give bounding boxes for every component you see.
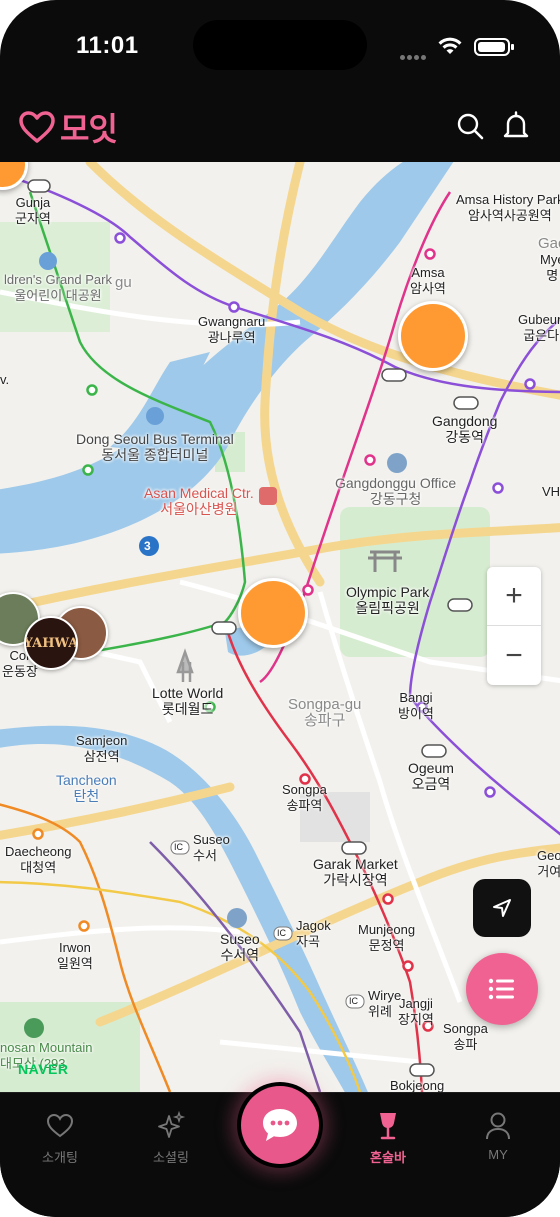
map-label-gubeun: Gubeun 굽은다 [518, 312, 560, 343]
wine-glass-icon [380, 1113, 396, 1140]
map-label-jagok: Jagok 자곡 [296, 918, 331, 949]
sparkle-icon [158, 1111, 186, 1138]
map-label-gu-partial: gu [115, 274, 132, 291]
tab-sogaeting[interactable]: 소개팅 [15, 1109, 105, 1166]
map-road-number: 3 [144, 539, 151, 553]
battery-icon [474, 38, 514, 56]
map-label-gwangnaru: Gwangnaru 광나루역 [198, 314, 266, 345]
zoom-out-button[interactable]: − [487, 626, 541, 685]
map-label-mye-partial: Mye명 [540, 252, 560, 283]
person-icon [486, 1112, 510, 1140]
map-label-geo-partial: Geo 거여 [537, 848, 560, 879]
map-label-vhs-partial: VHS [542, 484, 560, 499]
chat-button[interactable] [237, 1082, 323, 1168]
map-label-dong-seoul: Dong Seoul Bus Terminal 동서울 종합터미널 [76, 431, 234, 463]
map-label-gangdong: Gangdong 강동역 [432, 413, 498, 445]
map-ic-badge-1: IC [174, 842, 183, 852]
search-icon[interactable] [454, 110, 486, 142]
app-header: 모잇 [0, 92, 560, 162]
list-view-button[interactable] [466, 953, 538, 1025]
tab-label: 혼술바 [370, 1150, 406, 1165]
map-label-v-partial: v. [0, 372, 10, 387]
map-ic-badge-3: IC [349, 996, 358, 1006]
map-label-gac-partial: Gac [538, 235, 560, 252]
naver-attribution[interactable]: NAVER [18, 1061, 68, 1077]
tab-label: 소개팅 [42, 1150, 78, 1165]
map-label-jangji: Jangji 장지역 [398, 996, 434, 1027]
bell-icon[interactable] [500, 110, 532, 142]
tab-honsulbar[interactable]: 혼술바 [343, 1109, 433, 1166]
wifi-icon [438, 37, 462, 54]
venue-photo-marker-yahwa[interactable]: YAHWA [24, 616, 78, 670]
map-label-tancheon: Tancheon 탄천 [56, 772, 117, 804]
map-label-lotte-world: Lotte World 롯데월드 [152, 685, 224, 717]
tab-label: 소셜링 [153, 1150, 189, 1165]
phone-frame: 11:01 모잇 Gunja 군자역 ldren's Grand Park 울어… [0, 0, 560, 1217]
map-label-bangi: Bangi 방이역 [398, 690, 434, 721]
signal-icon [400, 47, 428, 65]
map-label-songpa-gu: Songpa-gu 송파구 [288, 696, 362, 729]
map-label-amsa-history: Amsa History Park 암사역사공원역 [456, 192, 560, 223]
map-label-samjeon: Samjeon 삼전역 [76, 733, 128, 764]
map-label-suseo-ic: Suseo 수서 [193, 832, 230, 863]
map-label-munjeong: Munjeong 문정역 [358, 922, 416, 953]
heart-icon [46, 1113, 74, 1138]
map-label-olympic-park: Olympic Park 올림픽공원 [346, 584, 430, 616]
logo-text: 모잇 [60, 111, 118, 147]
tab-my[interactable]: MY [453, 1109, 543, 1162]
list-icon [488, 978, 514, 1000]
status-bar: 11:01 [0, 0, 560, 92]
status-time: 11:01 [76, 32, 139, 59]
bar-cluster-marker-olympic[interactable] [238, 578, 308, 648]
map-ic-badge-2: IC [277, 928, 286, 938]
chat-bubble-icon [263, 1109, 297, 1141]
zoom-in-button[interactable]: + [487, 567, 541, 626]
app-logo[interactable]: 모잇 [18, 104, 118, 150]
map-label-irwon: Irwon 일원역 [57, 940, 93, 971]
bar-cluster-marker-amsa[interactable] [398, 301, 468, 371]
zoom-controls: + − [487, 567, 541, 685]
map-label-songpa: Songpa 송파역 [282, 782, 327, 813]
tab-label: MY [488, 1147, 508, 1162]
dynamic-island [193, 20, 367, 70]
map-view[interactable]: Gunja 군자역 ldren's Grand Park 울어린이 대공원 gu G… [0, 162, 560, 1092]
map-label-gangdonggu-office: Gangdonggu Office 강동구청 [335, 475, 457, 507]
map-label-asan: Asan Medical Ctr. 서울아산병원 [144, 485, 254, 517]
tab-socialing[interactable]: 소셜링 [126, 1109, 216, 1166]
map-label-songpa-2: Songpa 송파 [443, 1021, 488, 1052]
map-label-daecheong: Daecheong 대청역 [5, 844, 72, 875]
map-label-ogeum: Ogeum 오금역 [408, 760, 454, 792]
navigation-arrow-icon [493, 899, 511, 917]
map-label-amsa: Amsa 암사역 [410, 265, 446, 296]
yahwa-logo-text: YAHWA [24, 635, 78, 651]
map-label-gunja: Gunja 군자역 [15, 195, 51, 226]
map-label-suseo: Suseo 수서역 [220, 931, 260, 963]
map-label-garak-market: Garak Market 가락시장역 [313, 856, 398, 888]
current-location-button[interactable] [473, 879, 531, 937]
heart-logo-icon [19, 111, 55, 143]
map-label-wirye: Wirye 위례 [368, 988, 402, 1019]
map-label-childrens-park: ldren's Grand Park 울어린이 대공원 [4, 272, 112, 303]
map-label-bokjeong: Bokjeong [390, 1078, 445, 1092]
